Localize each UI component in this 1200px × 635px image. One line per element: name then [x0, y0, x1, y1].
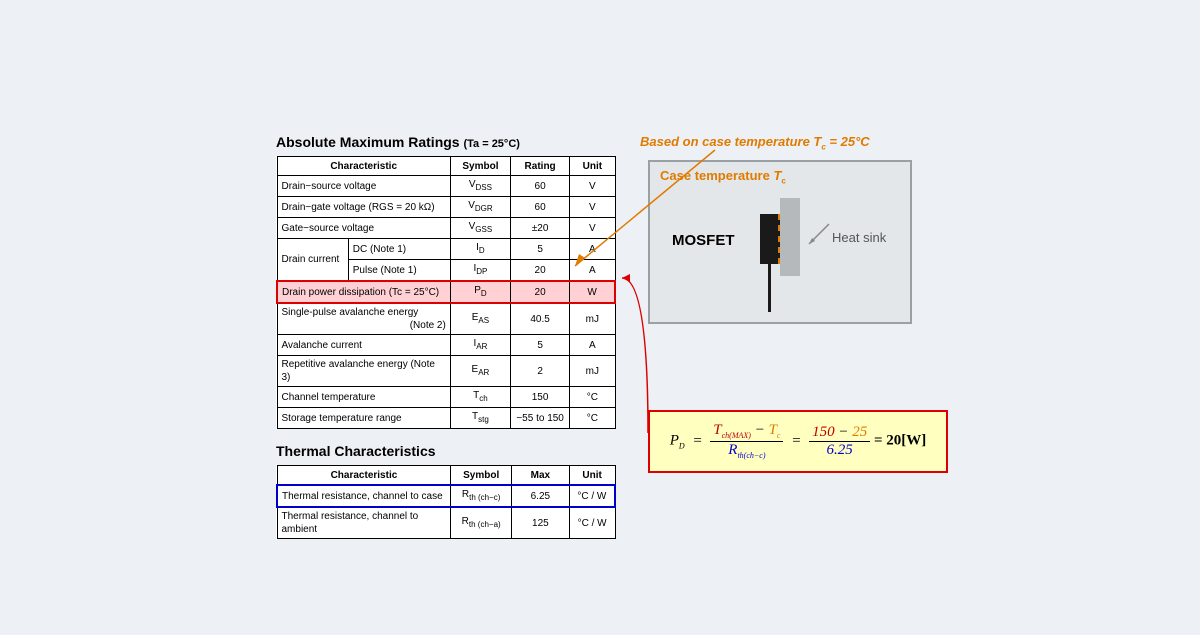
col-characteristic: Characteristic [277, 157, 450, 176]
thermal-table: Characteristic Symbol Max Unit Thermal r… [276, 465, 616, 539]
table-row: Drain current DC (Note 1) ID 5 A [277, 239, 615, 260]
col-characteristic: Characteristic [277, 466, 451, 486]
table-row-highlighted: Drain power dissipation (Tc = 25°C) PD 2… [277, 281, 615, 303]
table-row: Drain−source voltage VDSS 60 V [277, 176, 615, 197]
table-head: Characteristic Symbol Max Unit [277, 466, 615, 486]
cell-rating: ±20 [511, 218, 570, 239]
table-row: Storage temperature range Tstg −55 to 15… [277, 408, 615, 429]
cell-unit: °C [570, 408, 615, 429]
cell-unit: mJ [570, 303, 615, 335]
cell-rating: −55 to 150 [511, 408, 570, 429]
heatsink-label: Heat sink [832, 230, 886, 245]
case-temp-diagram: Case temperature Tc MOSFET Heat sink [648, 160, 912, 324]
cell-rating: 150 [511, 387, 570, 408]
cell-symbol: Tstg [450, 408, 510, 429]
cell-char: Gate−source voltage [277, 218, 450, 239]
cell-unit: V [570, 197, 615, 218]
cell-unit: °C / W [569, 507, 615, 539]
mosfet-shape [760, 214, 780, 264]
cell-symbol: VDSS [450, 176, 510, 197]
cell-rating: 60 [511, 176, 570, 197]
cell-unit: W [570, 281, 615, 303]
cell-char: Thermal resistance, channel to case [277, 485, 451, 507]
col-rating: Rating [511, 157, 570, 176]
table-row: Drain−gate voltage (RGS = 20 kΩ) VDGR 60… [277, 197, 615, 218]
col-unit: Unit [569, 466, 615, 486]
cell-symbol: VDGR [450, 197, 510, 218]
cell-char: Single-pulse avalanche energy(Note 2) [277, 303, 450, 335]
cell-symbol: ID [450, 239, 510, 260]
cell-symbol: IAR [450, 335, 510, 356]
heatsink-shape [780, 198, 800, 276]
cell-rating: 60 [511, 197, 570, 218]
cell-char: Drain current [277, 239, 348, 282]
cell-char: Channel temperature [277, 387, 450, 408]
table-row: Gate−source voltage VGSS ±20 V [277, 218, 615, 239]
cell-symbol: EAS [450, 303, 510, 335]
cell-unit: mJ [570, 356, 615, 387]
heatsink-arrow-icon [805, 222, 831, 248]
cell-symbol: PD [450, 281, 510, 303]
cell-char: Repetitive avalanche energy (Note 3) [277, 356, 450, 387]
cell-symbol: IDP [450, 260, 510, 282]
mosfet-lead [768, 262, 771, 312]
cell-rating: 5 [511, 335, 570, 356]
table-head: Characteristic Symbol Rating Unit [277, 157, 615, 176]
col-unit: Unit [570, 157, 615, 176]
cell-symbol: VGSS [450, 218, 510, 239]
pd-formula: PD = Tch(MAX) − Tc Rth(ch−c) = 150 − 25 … [648, 410, 948, 473]
cell-rating: 2 [511, 356, 570, 387]
cell-rating: 40.5 [511, 303, 570, 335]
cell-rating: 5 [511, 239, 570, 260]
cell-unit: °C / W [569, 485, 615, 507]
table-row: Thermal resistance, channel to ambient R… [277, 507, 615, 539]
mosfet-label: MOSFET [672, 232, 735, 249]
cell-cond: DC (Note 1) [348, 239, 450, 260]
cell-rating: 20 [511, 260, 570, 282]
cell-cond: Pulse (Note 1) [348, 260, 450, 282]
table-row: Avalanche current IAR 5 A [277, 335, 615, 356]
cell-symbol: Rth (ch−c) [451, 485, 512, 507]
cell-unit: V [570, 176, 615, 197]
col-symbol: Symbol [450, 157, 510, 176]
tc-dashed-line [778, 214, 780, 264]
abs-title: Absolute Maximum Ratings [276, 134, 463, 150]
table-row: Channel temperature Tch 150 °C [277, 387, 615, 408]
cell-symbol: EAR [450, 356, 510, 387]
cell-unit: A [570, 260, 615, 282]
table-row: Repetitive avalanche energy (Note 3) EAR… [277, 356, 615, 387]
cell-max: 125 [512, 507, 570, 539]
cell-unit: A [570, 239, 615, 260]
case-temp-annotation: Based on case temperature Tc = 25°C [640, 134, 870, 152]
cell-char: Drain−gate voltage (RGS = 20 kΩ) [277, 197, 450, 218]
cell-unit: A [570, 335, 615, 356]
cell-char: Thermal resistance, channel to ambient [277, 507, 451, 539]
cell-char: Drain−source voltage [277, 176, 450, 197]
cell-char: Storage temperature range [277, 408, 450, 429]
diagram-title: Case temperature Tc [650, 162, 910, 186]
abs-max-table: Characteristic Symbol Rating Unit Drain−… [276, 156, 616, 429]
cell-char: Avalanche current [277, 335, 450, 356]
cell-max: 6.25 [512, 485, 570, 507]
abs-cond: (Ta = 25°C) [463, 138, 519, 150]
table-row: Single-pulse avalanche energy(Note 2) EA… [277, 303, 615, 335]
cell-rating: 20 [511, 281, 570, 303]
col-symbol: Symbol [451, 466, 512, 486]
cell-char: Drain power dissipation (Tc = 25°C) [277, 281, 450, 303]
cell-unit: V [570, 218, 615, 239]
cell-unit: °C [570, 387, 615, 408]
cell-symbol: Tch [450, 387, 510, 408]
table-row-highlighted: Thermal resistance, channel to case Rth … [277, 485, 615, 507]
cell-symbol: Rth (ch−a) [451, 507, 512, 539]
col-max: Max [512, 466, 570, 486]
